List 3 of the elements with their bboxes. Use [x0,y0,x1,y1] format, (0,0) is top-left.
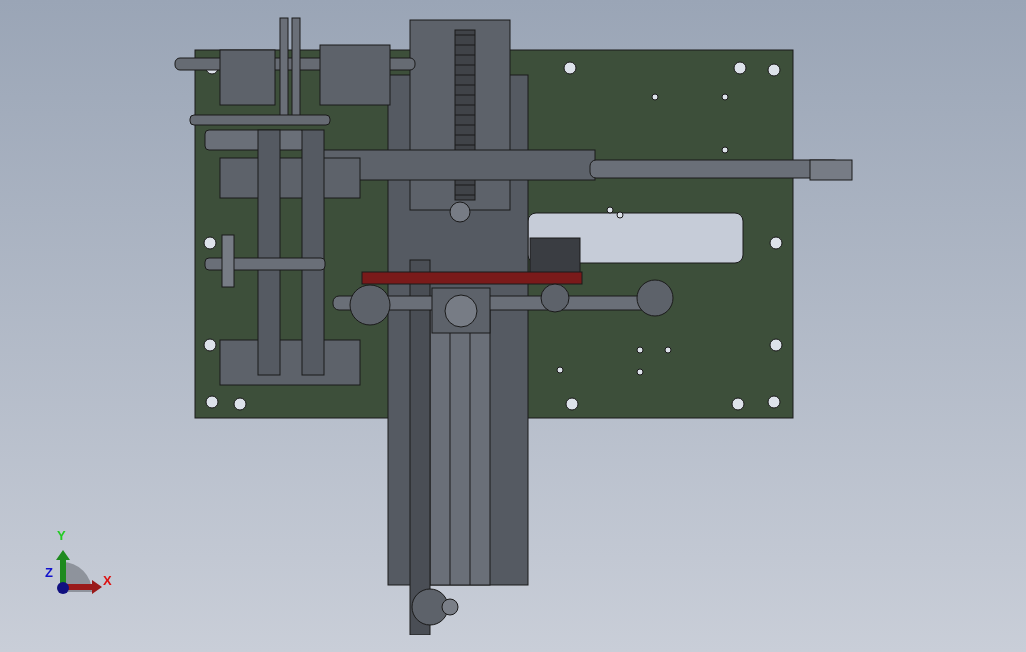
axis-label: Z [45,566,53,579]
axis-label: Y [57,529,66,542]
axis-label: X [103,574,112,587]
